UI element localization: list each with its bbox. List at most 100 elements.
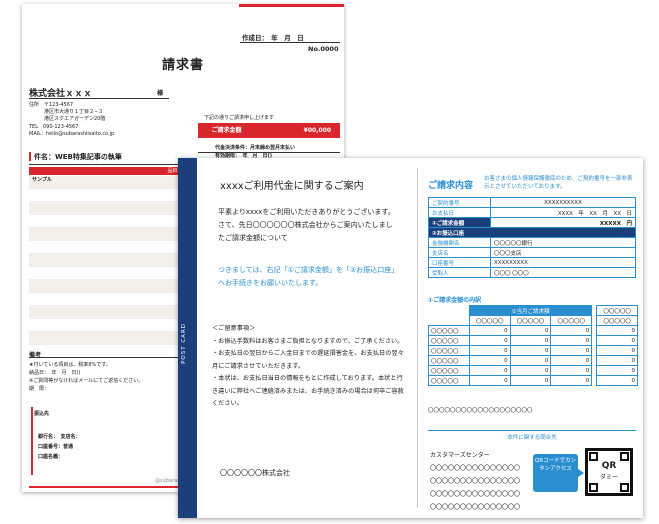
row-label: 〇〇〇〇〇 (428, 335, 470, 346)
table-row: 〇〇〇〇〇 0 0 0 0 (428, 355, 638, 366)
invoice-title: 請求書 (161, 58, 204, 73)
table-row: 〇〇〇〇〇 0 0 0 0 (428, 325, 638, 336)
note-line: ・本状は、お支払日当日の情報をもとに作成しております。本状と行き違いに弊社へご連… (212, 375, 404, 407)
terms-line: 代金決済条件：月末締め翌月末払い (215, 145, 296, 151)
cell-value: 0 (509, 375, 552, 386)
qr-corner-icon (620, 483, 629, 492)
contact-line: 〇〇〇〇〇〇〇〇〇〇〇〇〇〇〇 (430, 478, 521, 485)
table-row: 口座番号 XXXXXXXXX (428, 257, 636, 268)
table-row: ご契約番号 XXXXXXXXXX (428, 197, 636, 208)
cell-value: 0 (509, 325, 552, 336)
bank-marker (31, 407, 33, 475)
table-row: 〇〇〇〇〇 0 0 0 0 (428, 345, 638, 356)
cell-value: 0 (468, 375, 511, 386)
cell-value: 0 (468, 335, 511, 346)
qr-corner-icon (589, 452, 598, 461)
address-line: MAIL：hello@subarashiisaito.co.jp (29, 130, 115, 137)
breakdown-title: ①ご請求金額の内訳 (428, 297, 482, 304)
privacy-note: お客さまの個人情報保護徹底のため、ご契約番号を一部非表示とさせていただいておりま… (484, 176, 633, 190)
cell-value: 0 (596, 345, 638, 356)
row-label: 〇〇〇〇〇 (428, 355, 470, 366)
breakdown-table: ①当月ご請求額 〇〇〇〇〇 〇〇〇〇〇 〇〇〇〇〇 〇〇〇〇〇 〇〇〇〇〇 〇〇… (428, 305, 638, 386)
row-label: お支払日 (428, 207, 491, 218)
row-label: 〇〇〇〇〇 (428, 375, 470, 386)
divider (198, 152, 340, 153)
postcard-document: POST CARD xxxxご利用代金に関するご案内 平素よりxxxxをご利用い… (178, 158, 643, 518)
remark-line: ※ご質問等がなければメールにてご返信ください。 (29, 378, 144, 384)
column-header: 〇〇〇〇〇 (468, 315, 511, 326)
billing-amount-value: ¥00,000 (254, 124, 339, 137)
inquiry-title: 本件に関する問合先 (428, 430, 636, 441)
billing-details-title: ご請求内容 (428, 181, 474, 191)
cell-value: 0 (509, 365, 552, 376)
qr-corner-icon (589, 483, 598, 492)
subject-marker (29, 152, 31, 161)
table-row: 〇〇〇〇〇 0 0 0 0 (428, 365, 638, 376)
cell-value: 0 (596, 375, 638, 386)
cell-value: 0 (550, 325, 593, 336)
cell-value: 0 (550, 355, 593, 366)
row-label: 〇〇〇〇〇 (428, 345, 470, 356)
billing-amount-box: ご請求金額 ¥00,000 (198, 123, 340, 138)
table-row: 〇〇〇〇〇 0 0 0 0 (428, 335, 638, 346)
qr-code-icon[interactable]: QR ダミー (585, 448, 633, 496)
column-header: 〇〇〇〇〇 (596, 305, 638, 316)
cell-value: 0 (550, 345, 593, 356)
payment-note: 下記の通りご請求申し上げます (204, 115, 275, 121)
cell-value: 0 (550, 365, 593, 376)
cell-value: 0 (509, 335, 552, 346)
placeholder-row: 〇〇〇〇〇〇〇〇〇〇〇〇〇〇〇〇〇〇〇 (428, 408, 533, 414)
sender-company: 〇〇〇〇〇〇株式会社 (220, 469, 290, 477)
cell-value: 0 (468, 325, 511, 336)
divider (29, 164, 184, 165)
table-row: 支店名 〇〇〇支店 (428, 247, 636, 258)
address-block: 住所 〒123-4567 港区市大通り１丁目２−３ 港区スクエアガーデン20階 … (29, 102, 114, 138)
cell-value: 0 (468, 355, 511, 366)
accent-bar (239, 4, 344, 7)
cell-value: 0 (596, 335, 638, 346)
qr-callout: QRコードでカンタンアクセス (533, 454, 584, 492)
row-value: XXXXXXXXX (490, 257, 636, 268)
table-row: ②お振込口座 (428, 227, 636, 238)
bank-title: 振込先 (34, 411, 50, 417)
account-label: ②お振込口座 (428, 227, 636, 238)
bank-line: 口座番号：普通 (38, 444, 74, 450)
remark-line: 納品日： 年 月 日() (29, 370, 81, 376)
table-row: ①当月ご請求額 〇〇〇〇〇 (429, 305, 638, 316)
invoice-number: No.0000 (308, 45, 339, 53)
note-line: ・お支払日の翌日からご入金日までの遅延損害金を、お支払日の翌々月にご請求させてい… (212, 350, 404, 370)
customer-center: カスタマーズセンター 〇〇〇〇〇〇〇〇〇〇〇〇〇〇〇 〇〇〇〇〇〇〇〇〇〇〇〇〇… (430, 449, 520, 514)
qr-corner-icon (620, 452, 629, 461)
amount-value: XXXXX 円 (490, 217, 636, 228)
note-line: ・お振込手数料はお客さまご負担となりますので、ご了承ください。 (212, 337, 404, 345)
postcard-title: xxxxご利用代金に関するご案内 (220, 181, 364, 192)
divider (417, 168, 418, 508)
honorific: 様 (157, 90, 164, 97)
row-value: 〇〇〇支店 (490, 247, 636, 258)
intro-text: 平素よりxxxxをご利用いただきありがとうございます。 さて、先日〇〇〇〇〇〇株… (218, 208, 399, 242)
creation-date: 作成日： 年 月 日 (242, 34, 304, 42)
cell-value: 0 (550, 375, 593, 386)
contract-table: ご契約番号 XXXXXXXXXX お支払日 XXXX 年 XX 月 XX 日 ①… (428, 197, 636, 278)
cell-value: 0 (509, 355, 552, 366)
divider (240, 42, 340, 43)
row-label: 口座番号 (428, 257, 491, 268)
row-label: 〇〇〇〇〇 (428, 365, 470, 376)
table-row: 金融機関名 〇〇〇〇〇銀行 (428, 237, 636, 248)
amount-label: ①ご請求金額 (428, 217, 491, 228)
column-header: 〇〇〇〇〇 (550, 315, 593, 326)
bank-line: 口座名義： (38, 454, 64, 460)
table-row: 〇〇〇〇〇 〇〇〇〇〇 〇〇〇〇〇 〇〇〇〇〇 (429, 315, 638, 326)
row-label: 受取人 (428, 267, 491, 278)
table-row: お支払日 XXXX 年 XX 月 XX 日 (428, 207, 636, 218)
notes-title: ＜ご留意事項＞ (212, 325, 256, 332)
breakdown-header: ①当月ご請求額 (468, 305, 593, 316)
table-row: 受取人 〇〇〇 〇〇〇 (428, 267, 636, 278)
notes: ＜ご留意事項＞ ・お振込手数料はお客さまご負担となりますので、ご了承ください。 … (212, 323, 408, 411)
row-value: XXXXXXXXXX (490, 197, 636, 208)
bank-line: 銀行名： 支店名： (38, 434, 81, 440)
contact-line: 〇〇〇〇〇〇〇〇〇〇〇〇〇〇〇 (430, 491, 521, 498)
row-label: 金融機関名 (428, 237, 491, 248)
customer-center-label: カスタマーズセンター (430, 452, 490, 459)
cell-value: 0 (468, 345, 511, 356)
